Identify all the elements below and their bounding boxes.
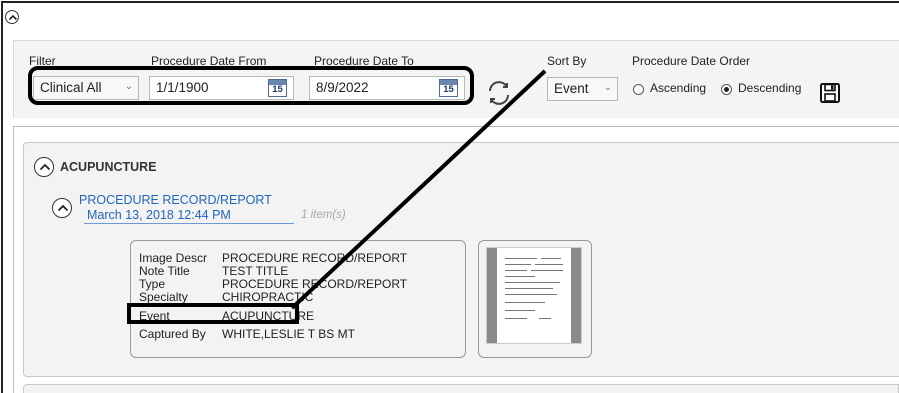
detail-key: Note Title	[139, 264, 190, 278]
section-title: ACUPUNCTURE	[60, 160, 157, 174]
refresh-icon[interactable]	[484, 78, 514, 108]
order-descending-label: Descending	[738, 81, 802, 95]
collapse-filter-button[interactable]	[5, 10, 19, 24]
detail-value: CHIROPRACTIC	[222, 290, 314, 304]
detail-value: TEST TITLE	[222, 264, 289, 278]
detail-key: Captured By	[139, 327, 206, 341]
order-ascending-radio[interactable]	[633, 84, 644, 95]
dropdown-arrow-icon: ⌄	[603, 82, 612, 93]
record-collapse-button[interactable]	[52, 198, 72, 218]
document-thumbnail-image[interactable]	[486, 247, 582, 344]
detail-key: Specialty	[139, 290, 188, 304]
sort-by-select[interactable]: Event ⌄	[547, 77, 618, 101]
sort-by-label: Sort By	[547, 54, 587, 68]
detail-key: Image Descr	[139, 251, 208, 265]
detail-value: PROCEDURE RECORD/REPORT	[222, 277, 408, 291]
order-descending-radio[interactable]	[721, 84, 732, 95]
record-date-link[interactable]: March 13, 2018 12:44 PM	[87, 208, 231, 222]
save-icon[interactable]	[819, 82, 841, 104]
detail-value: WHITE,LESLIE T BS MT	[222, 327, 355, 341]
order-ascending-label: Ascending	[650, 81, 707, 95]
detail-value: PROCEDURE RECORD/REPORT	[222, 251, 408, 265]
chevron-up-icon	[39, 163, 51, 171]
chevron-up-icon	[8, 14, 18, 21]
next-section	[23, 384, 899, 393]
detail-key: Type	[139, 277, 166, 291]
section-collapse-button[interactable]	[34, 157, 54, 177]
sort-by-value: Event	[554, 81, 589, 96]
record-count: 1 item(s)	[301, 209, 346, 221]
date-range-highlight	[28, 66, 474, 105]
record-underline	[84, 223, 294, 224]
record-title-link[interactable]: PROCEDURE RECORD/REPORT	[79, 193, 272, 207]
event-highlight	[127, 303, 299, 324]
chevron-up-icon	[57, 204, 69, 212]
order-label: Procedure Date Order	[632, 54, 751, 68]
